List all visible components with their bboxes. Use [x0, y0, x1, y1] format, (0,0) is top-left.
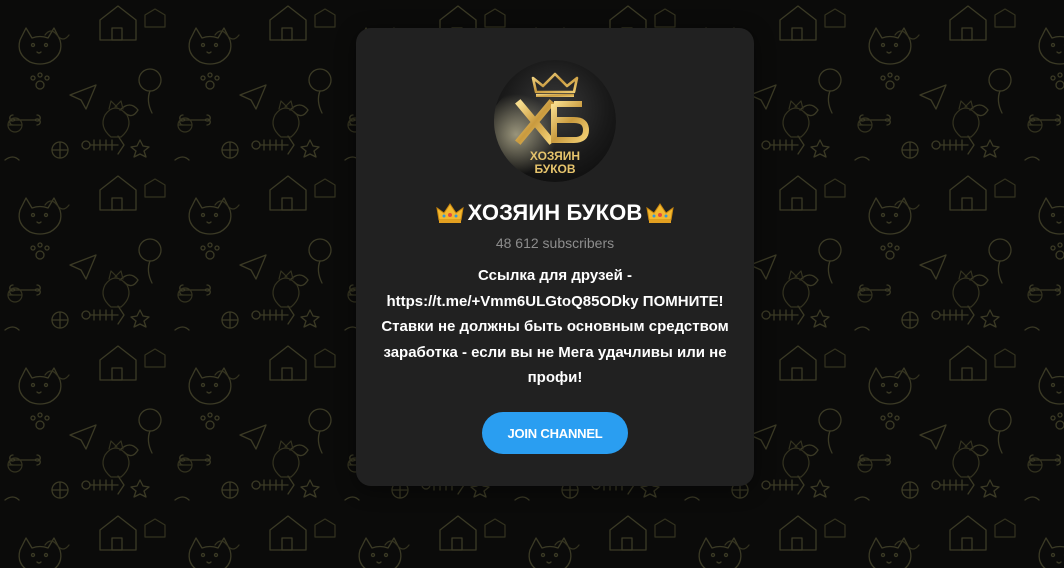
join-channel-button[interactable]: JOIN CHANNEL [482, 412, 628, 454]
description-line: Ссылка для друзей - [478, 267, 632, 284]
channel-avatar: ХОЗЯИН БУКОВ [494, 60, 616, 182]
crown-emoji-icon [435, 203, 464, 223]
description-line: заработка - если вы не Мега удачливы или… [383, 343, 727, 361]
description-line-link[interactable]: https://t.me/+Vmm6ULGtoQ85ODky ПОМНИТЕ! [374, 289, 736, 315]
channel-title: ХОЗЯИН БУКОВ [467, 200, 643, 225]
description-line: профи! [527, 369, 583, 386]
channel-title-row: ХОЗЯИН БУКОВ [356, 200, 754, 226]
avatar-text-line1: ХОЗЯИН [530, 149, 580, 163]
description-line: Ставки не должны быть основным средством [381, 318, 729, 335]
channel-preview-card: ХОЗЯИН БУКОВ ХОЗЯИН БУКОВ 48 612 subscri… [356, 28, 754, 486]
subscriber-count: 48 612 subscribers [495, 235, 615, 251]
channel-description: Ссылка для друзей - https://t.me/+Vmm6UL… [374, 263, 736, 391]
crown-emoji-icon [646, 203, 675, 223]
avatar-text-line2: БУКОВ [534, 162, 575, 176]
